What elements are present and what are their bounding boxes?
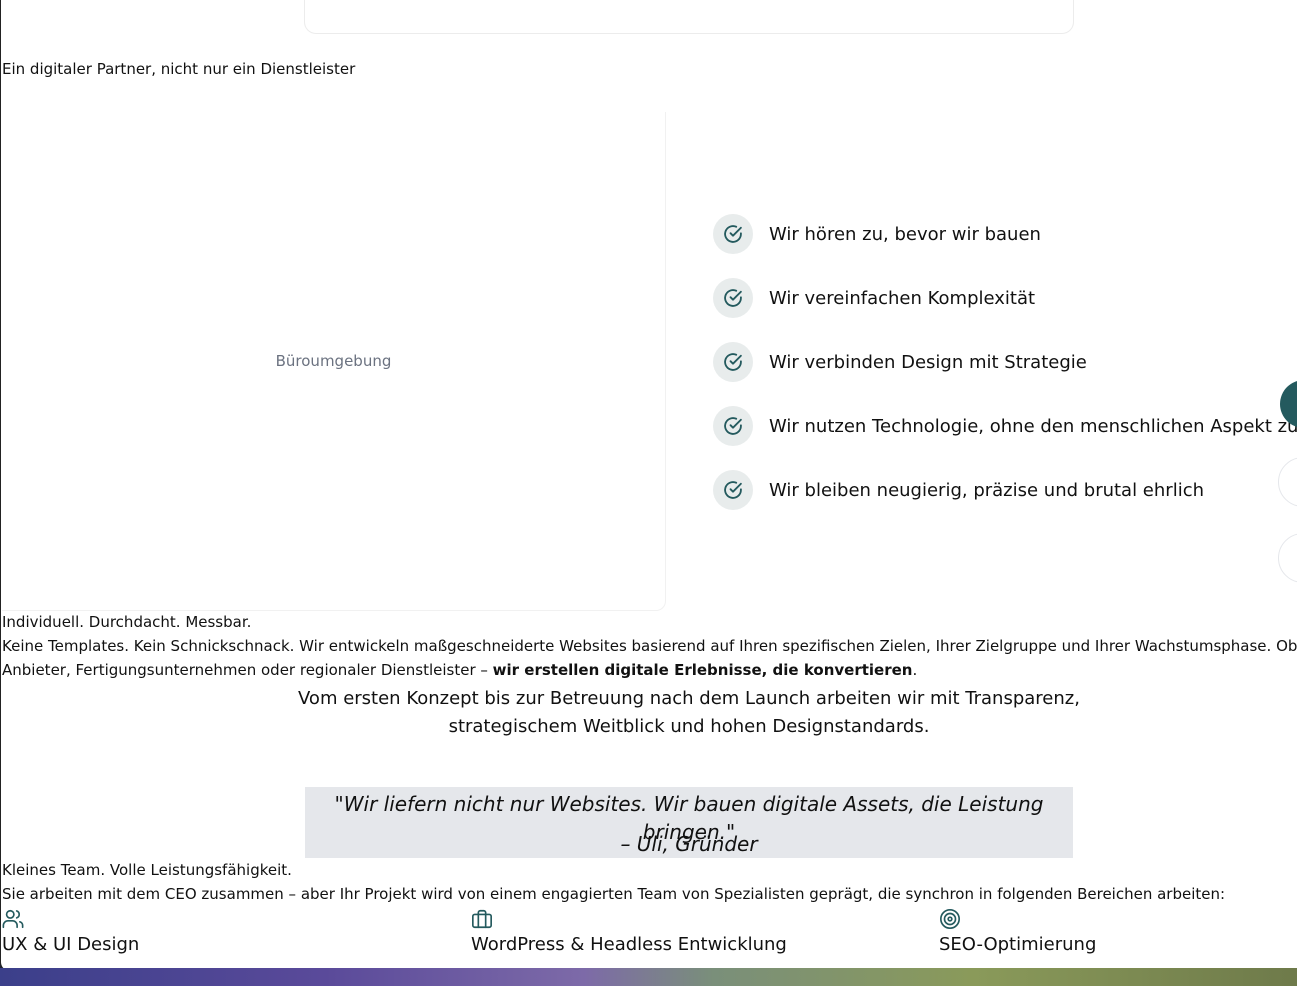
check-circle-icon [713,342,753,382]
value-text: Wir vereinfachen Komplexität [769,287,1036,309]
desktop-wallpaper-strip [0,968,1297,986]
value-text: Wir verbinden Design mit Strategie [769,351,1087,373]
value-item: Wir nutzen Technologie, ohne den menschl… [713,406,1297,446]
service-item: SEO-Optimierung [939,908,1096,955]
value-text: Wir bleiben neugierig, präzise und bruta… [769,479,1204,501]
individual-line-1: Keine Templates. Kein Schnickschnack. Wi… [2,637,1297,655]
value-item: Wir hören zu, bevor wir bauen [713,214,1297,254]
value-item: Wir vereinfachen Komplexität [713,278,1297,318]
team-heading: Kleines Team. Volle Leistungsfähigkeit. [2,861,292,879]
value-text: Wir hören zu, bevor wir bauen [769,223,1041,245]
center-paragraph: Vom ersten Konzept bis zur Betreuung nac… [298,688,1080,737]
value-item: Wir bleiben neugierig, präzise und bruta… [713,470,1297,510]
quote-text: "Wir liefern nicht nur Websites. Wir bau… [334,792,1044,844]
service-label: SEO-Optimierung [939,934,1097,955]
image-placeholder-label: Büroumgebung [275,352,392,370]
check-circle-icon [713,470,753,510]
team-subtext: Sie arbeiten mit dem CEO zusammen – aber… [2,885,1226,903]
target-icon [939,908,1096,930]
top-card [304,0,1074,34]
value-item: Wir verbinden Design mit Strategie [713,342,1297,382]
service-item: WordPress & Headless Entwicklung [471,908,787,955]
individual-line-2-suffix: . [912,661,918,679]
users-icon [2,908,139,930]
check-circle-icon [713,214,753,254]
individual-line-2-bold: wir erstellen digitale Erlebnisse, die k… [492,661,913,679]
quote-author: – Uli, Gründer [620,832,758,856]
briefcase-icon [471,908,787,930]
value-text: Wir nutzen Technologie, ohne den menschl… [769,415,1297,437]
section-title-partner: Ein digitaler Partner, nicht nur ein Die… [2,60,356,78]
service-item: UX & UI Design [2,908,139,955]
individual-line-2: Anbieter, Fertigungsunternehmen oder reg… [2,661,917,679]
floating-secondary-button[interactable] [1278,533,1297,583]
check-circle-icon [713,406,753,446]
page-content: Ein digitaler Partner, nicht nur ein Die… [0,0,1297,970]
individual-heading: Individuell. Durchdacht. Messbar. [2,613,252,631]
service-label: WordPress & Headless Entwicklung [471,934,787,955]
values-list: Wir hören zu, bevor wir bauen Wir verein… [713,214,1297,534]
check-circle-icon [713,278,753,318]
individual-line-2-prefix: Anbieter, Fertigungsunternehmen oder reg… [2,661,493,679]
service-label: UX & UI Design [2,934,140,955]
quote-box: "Wir liefern nicht nur Websites. Wir bau… [305,787,1073,858]
image-placeholder: Büroumgebung [2,112,666,611]
